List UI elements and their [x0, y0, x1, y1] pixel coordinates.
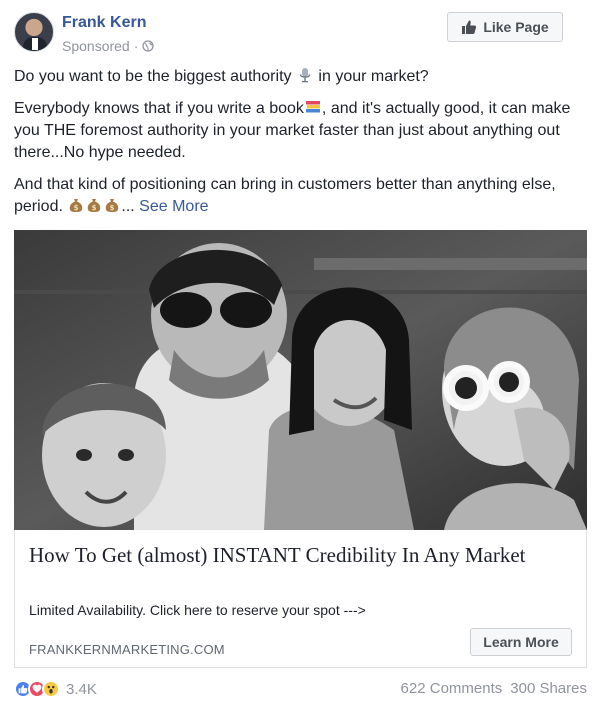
engagement-stats: 622 Comments 300 Shares	[401, 680, 587, 697]
reaction-count[interactable]: 3.4K	[66, 681, 97, 698]
svg-text:$: $	[110, 204, 115, 212]
post-paragraph-2: Everybody knows that if you write a book…	[14, 100, 571, 161]
svg-text:$: $	[74, 204, 79, 212]
see-more-link[interactable]: See More	[139, 198, 208, 215]
engagement-bar: 3.4K 622 Comments 300 Shares	[14, 680, 587, 702]
thumbs-up-icon	[462, 20, 477, 34]
post-header: Frank Kern Sponsored · Like Page	[14, 12, 587, 60]
post-text: Do you want to be the biggest authority …	[14, 66, 587, 228]
link-domain: FRANKKERNMARKETING.COM	[29, 642, 225, 657]
money-bag-emoji-icon: $	[70, 199, 83, 212]
books-emoji-icon	[305, 101, 320, 113]
ellipsis: ...	[121, 198, 135, 215]
wow-reaction-icon	[42, 680, 60, 698]
like-page-label: Like Page	[483, 19, 549, 35]
meta-separator: ·	[133, 38, 139, 54]
microphone-emoji-icon	[299, 68, 311, 83]
comments-count[interactable]: 622 Comments	[401, 680, 503, 697]
shares-count[interactable]: 300 Shares	[510, 680, 587, 697]
like-page-button[interactable]: Like Page	[447, 12, 563, 42]
sponsored-label[interactable]: Sponsored	[62, 38, 130, 54]
money-bag-emoji-icon: $	[106, 199, 119, 212]
svg-text:$: $	[92, 204, 97, 212]
reactions-summary[interactable]: 3.4K	[14, 680, 97, 698]
family-photo-image	[14, 230, 587, 530]
avatar[interactable]	[14, 12, 54, 52]
learn-more-button[interactable]: Learn More	[470, 628, 572, 656]
globe-icon[interactable]	[142, 40, 155, 52]
post-paragraph-3: And that kind of positioning can bring i…	[14, 176, 556, 215]
post-paragraph-1: Do you want to be the biggest authority …	[14, 68, 429, 85]
link-preview[interactable]: How To Get (almost) INSTANT Credibility …	[14, 530, 587, 668]
post-image[interactable]	[14, 230, 587, 530]
page-name[interactable]: Frank Kern	[62, 14, 146, 32]
money-bag-emoji-icon: $	[88, 199, 101, 212]
link-title[interactable]: How To Get (almost) INSTANT Credibility …	[29, 542, 549, 569]
post-meta: Sponsored ·	[62, 38, 155, 54]
link-description: Limited Availability. Click here to rese…	[29, 602, 366, 618]
